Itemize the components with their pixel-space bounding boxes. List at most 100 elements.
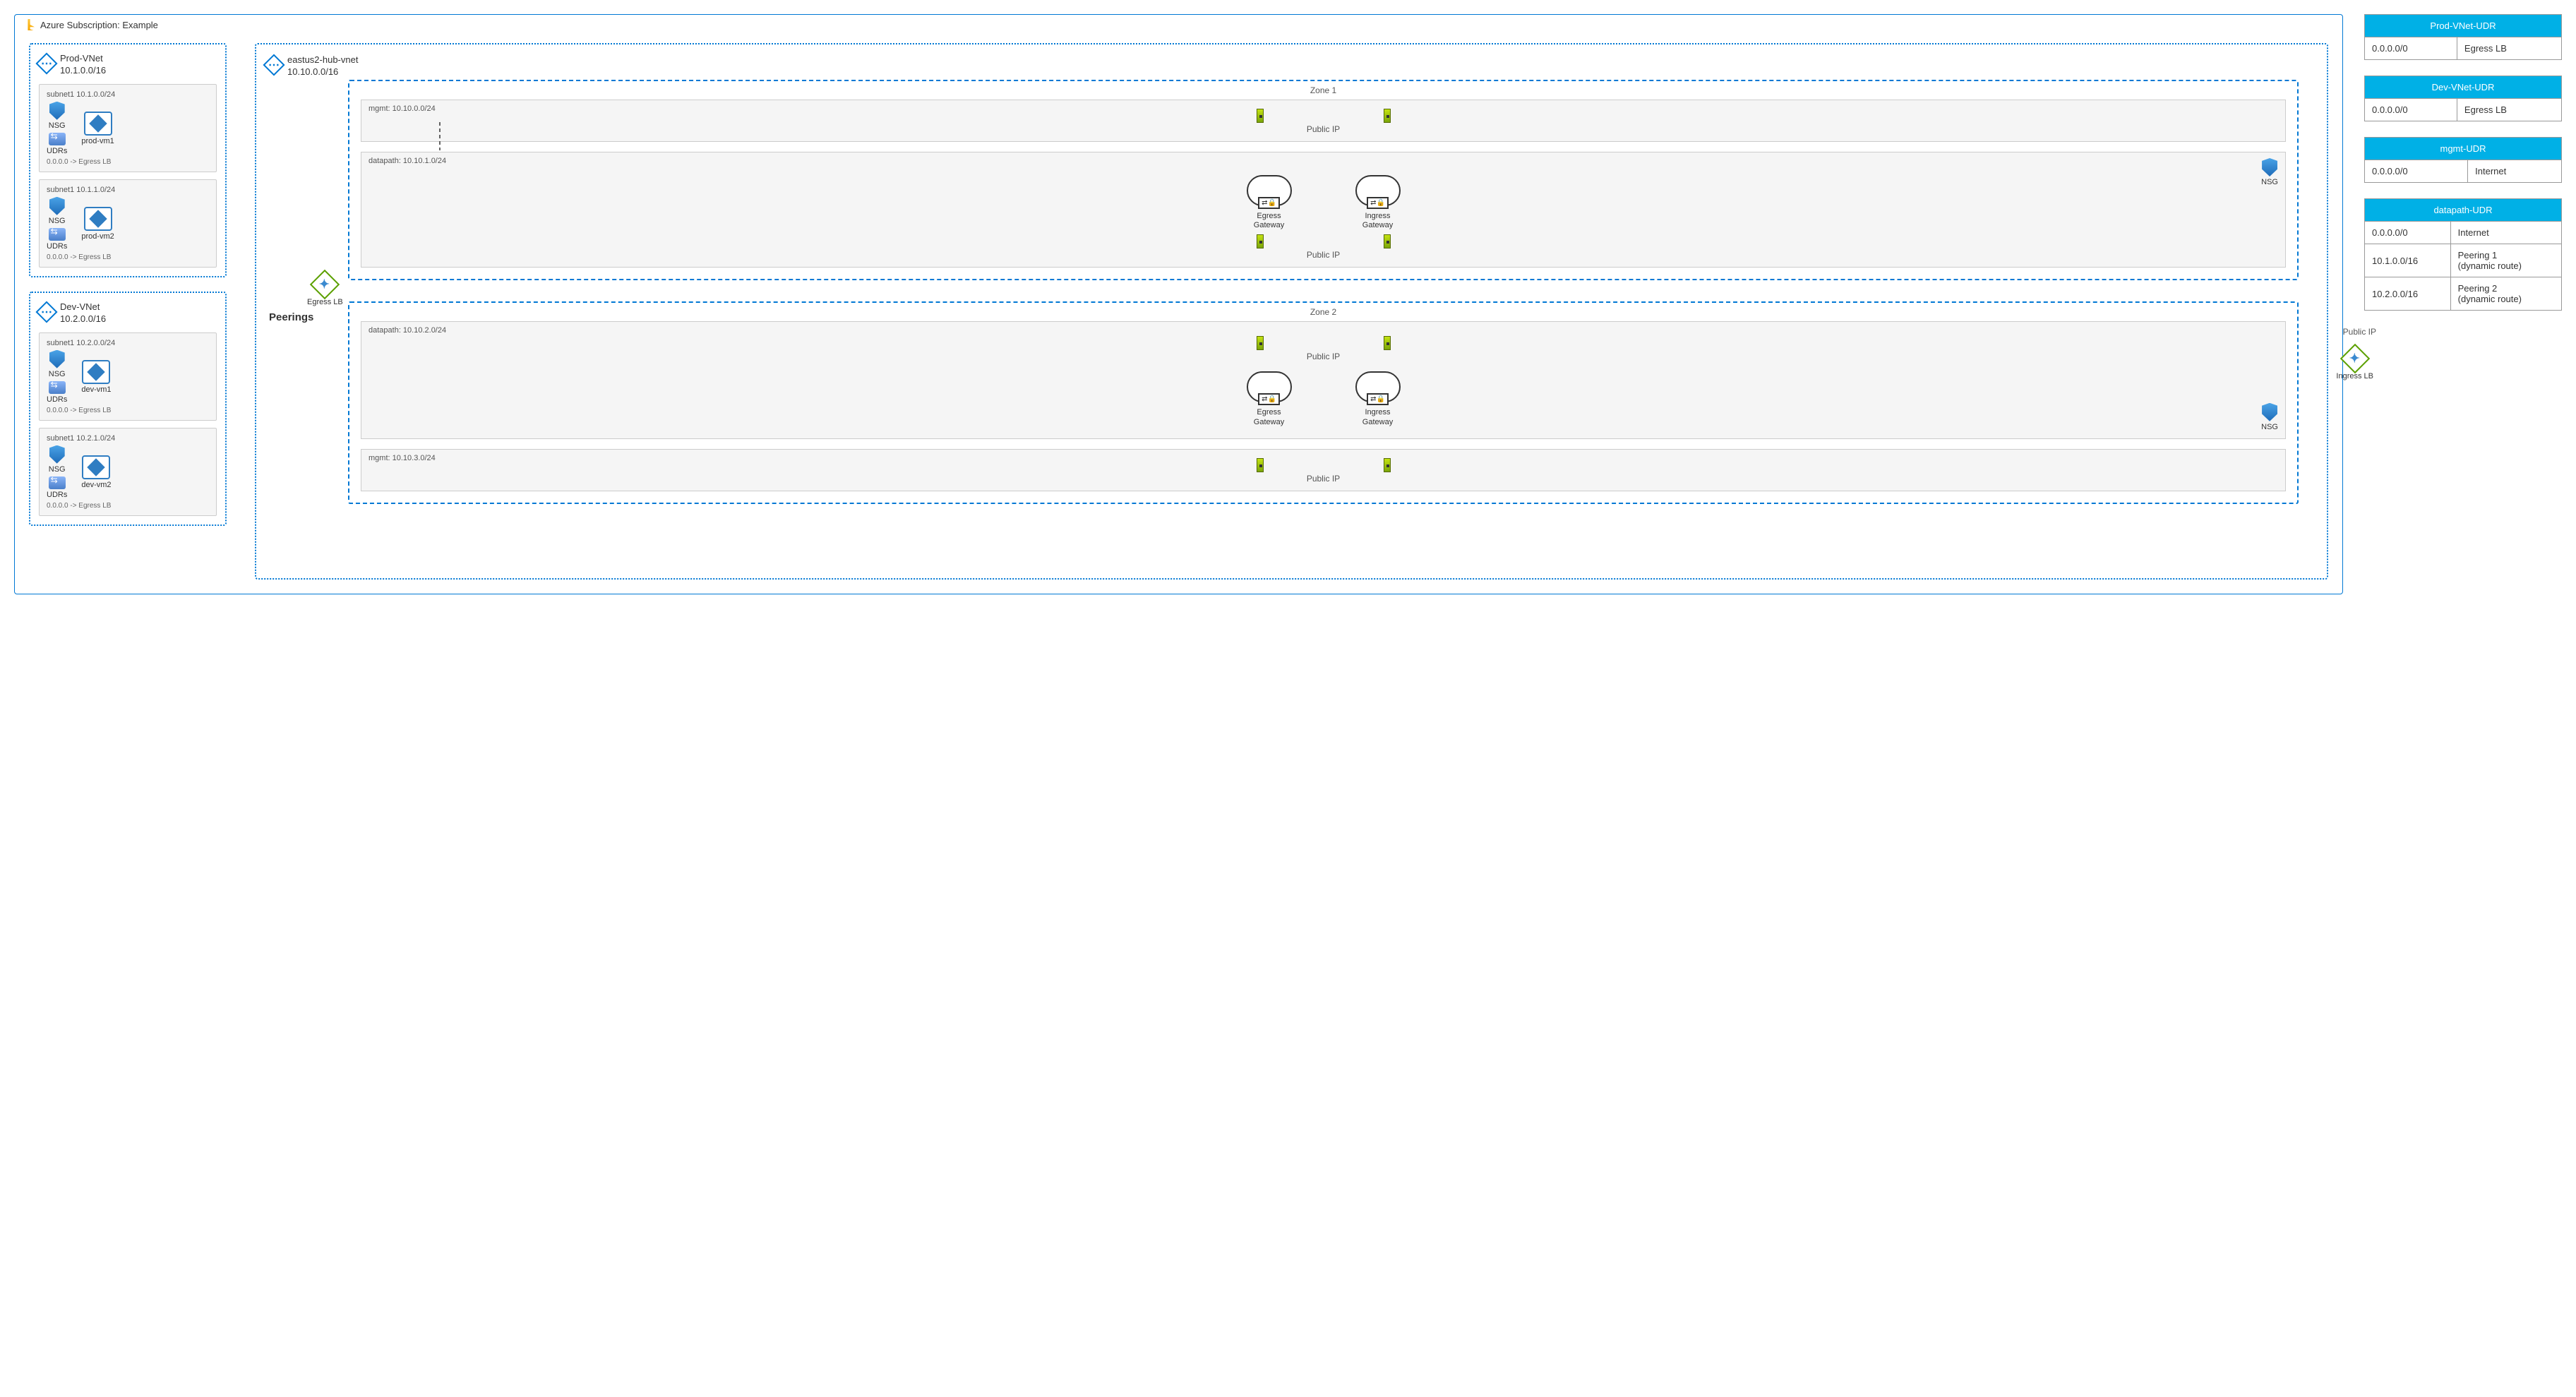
table-title: Prod-VNet-UDR xyxy=(2365,15,2562,37)
udr-note: 0.0.0.0 -> Egress LB xyxy=(47,407,209,414)
table-row: 0.0.0.0/0Egress LB xyxy=(2365,37,2562,60)
route-hop: Peering 1 (dynamic route) xyxy=(2450,244,2561,277)
cloud-icon: ⇄🔒 xyxy=(1247,175,1292,206)
subnet-label: subnet1 10.1.0.0/24 xyxy=(47,90,209,99)
udrs-label: UDRs xyxy=(47,491,67,499)
subnet-label: subnet1 10.1.1.0/24 xyxy=(47,186,209,194)
route-dest: 0.0.0.0/0 xyxy=(2365,222,2451,244)
peerings-label: Peerings xyxy=(269,311,313,323)
egress-gateway-label: Egress Gateway xyxy=(1254,212,1284,230)
prod-vnet-name: Prod-VNet xyxy=(60,53,106,65)
dev-vnet: Dev-VNet 10.2.0.0/16 subnet1 10.2.0.0/24… xyxy=(29,292,227,526)
public-ip-label: Public IP xyxy=(370,250,2277,260)
zone-1: Zone 1 mgmt: 10.10.0.0/24 Public IP data… xyxy=(348,80,2299,280)
zone-title: Zone 1 xyxy=(1310,85,1336,95)
dev-vnet-udr-table: Dev-VNet-UDR 0.0.0.0/0Egress LB xyxy=(2364,76,2562,121)
dev-vnet-cidr: 10.2.0.0/16 xyxy=(60,313,106,325)
table-row: 0.0.0.0/0Internet xyxy=(2365,160,2562,183)
subscription-title: Azure Subscription: Example xyxy=(40,20,158,30)
zone2-datapath-subnet: datapath: 10.10.2.0/24 NSG Public IP ⇄🔒 … xyxy=(361,321,2286,438)
nsg-label: NSG xyxy=(49,465,66,474)
shield-icon xyxy=(49,350,65,368)
subnet-label: datapath: 10.10.2.0/24 xyxy=(369,326,446,335)
route-hop: Egress LB xyxy=(2457,99,2561,121)
subnet-label: subnet1 10.2.1.0/24 xyxy=(47,434,209,443)
vm-name: prod-vm2 xyxy=(81,232,114,241)
udr-note: 0.0.0.0 -> Egress LB xyxy=(47,502,209,510)
load-balancer-icon: ✦ xyxy=(310,270,340,299)
load-balancer-icon: ✦ xyxy=(2340,344,2369,373)
vm-icon xyxy=(82,360,110,384)
shield-icon xyxy=(2262,158,2277,176)
zone-2: Zone 2 datapath: 10.10.2.0/24 NSG Public… xyxy=(348,301,2299,503)
datapath-udr-table: datapath-UDR 0.0.0.0/0Internet 10.1.0.0/… xyxy=(2364,198,2562,311)
vm-name: dev-vm1 xyxy=(81,385,111,394)
hub-vnet-name: eastus2-hub-vnet xyxy=(287,54,358,66)
udrs-label: UDRs xyxy=(47,242,67,251)
ingress-gateway-label: Ingress Gateway xyxy=(1362,408,1393,426)
nic-icon xyxy=(1257,458,1264,472)
subnet-label: subnet1 10.2.0.0/24 xyxy=(47,339,209,347)
subnet-label: mgmt: 10.10.3.0/24 xyxy=(369,454,436,462)
nsg-label: NSG xyxy=(49,217,66,225)
table-row: 10.2.0.0/16Peering 2 (dynamic route) xyxy=(2365,277,2562,311)
vm-name: dev-vm2 xyxy=(81,481,111,489)
nsg-label: NSG xyxy=(49,370,66,378)
shield-icon xyxy=(49,102,65,120)
route-hop: Egress LB xyxy=(2457,37,2561,60)
route-hop: Peering 2 (dynamic route) xyxy=(2450,277,2561,311)
route-dest: 10.2.0.0/16 xyxy=(2365,277,2451,311)
vm-name: prod-vm1 xyxy=(81,137,114,145)
shield-icon xyxy=(49,197,65,215)
diagram-canvas: Azure Subscription: Example Prod-VNet 10… xyxy=(14,14,2562,594)
udr-icon xyxy=(49,476,66,489)
nic-icon xyxy=(1384,234,1391,248)
vnet-icon xyxy=(263,54,284,76)
prod-subnet-2: subnet1 10.1.1.0/24 NSG UDRs prod-vm2 0.… xyxy=(39,179,217,268)
ingress-gateway: ⇄🔒 Ingress Gateway xyxy=(1355,175,1401,230)
nic-icon xyxy=(1384,336,1391,350)
udr-icon xyxy=(49,228,66,241)
route-hop: Internet xyxy=(2450,222,2561,244)
table-title: Dev-VNet-UDR xyxy=(2365,76,2562,99)
nsg-label: NSG xyxy=(2261,178,2278,186)
subnet-label: mgmt: 10.10.0.0/24 xyxy=(369,104,436,113)
nic-icon xyxy=(1257,109,1264,123)
table-title: mgmt-UDR xyxy=(2365,138,2562,160)
zone-title: Zone 2 xyxy=(1310,307,1336,317)
cloud-icon: ⇄🔒 xyxy=(1355,175,1401,206)
ingress-public-ip-label: Public IP xyxy=(2343,327,2376,337)
dev-subnet-1: subnet1 10.2.0.0/24 NSG UDRs dev-vm1 0.0… xyxy=(39,332,217,421)
udr-note: 0.0.0.0 -> Egress LB xyxy=(47,158,209,166)
udr-icon xyxy=(49,133,66,145)
route-dest: 10.1.0.0/16 xyxy=(2365,244,2451,277)
prod-subnet-1: subnet1 10.1.0.0/24 NSG UDRs prod-vm1 0.… xyxy=(39,84,217,172)
dev-vnet-name: Dev-VNet xyxy=(60,301,106,313)
table-row: 10.1.0.0/16Peering 1 (dynamic route) xyxy=(2365,244,2562,277)
spoke-vnets-column: Prod-VNet 10.1.0.0/16 subnet1 10.1.0.0/2… xyxy=(29,43,227,580)
route-dest: 0.0.0.0/0 xyxy=(2365,160,2468,183)
public-ip-label: Public IP xyxy=(370,352,2277,361)
subnet-label: datapath: 10.10.1.0/24 xyxy=(369,157,446,165)
zone2-mgmt-subnet: mgmt: 10.10.3.0/24 Public IP xyxy=(361,449,2286,491)
cloud-icon: ⇄🔒 xyxy=(1355,371,1401,402)
udrs-label: UDRs xyxy=(47,147,67,155)
table-row: 0.0.0.0/0Internet xyxy=(2365,222,2562,244)
azure-subscription: Azure Subscription: Example Prod-VNet 10… xyxy=(14,14,2343,594)
udr-tables-column: Prod-VNet-UDR 0.0.0.0/0Egress LB Dev-VNe… xyxy=(2364,14,2562,311)
vnet-icon xyxy=(35,52,57,74)
udrs-label: UDRs xyxy=(47,395,67,404)
prod-vnet-cidr: 10.1.0.0/16 xyxy=(60,65,106,77)
table-title: datapath-UDR xyxy=(2365,199,2562,222)
nic-icon xyxy=(1384,458,1391,472)
nic-icon xyxy=(1384,109,1391,123)
public-ip-label: Public IP xyxy=(370,124,2277,134)
nsg-label: NSG xyxy=(49,121,66,130)
egress-gateway: ⇄🔒 Egress Gateway xyxy=(1247,175,1292,230)
ingress-gateway: ⇄🔒 Ingress Gateway xyxy=(1355,371,1401,426)
udr-icon xyxy=(49,381,66,394)
nic-icon xyxy=(1257,234,1264,248)
vm-icon xyxy=(84,112,112,136)
vnet-icon xyxy=(35,301,57,323)
zone1-datapath-subnet: datapath: 10.10.1.0/24 NSG ⇄🔒 Egress Gat… xyxy=(361,152,2286,268)
